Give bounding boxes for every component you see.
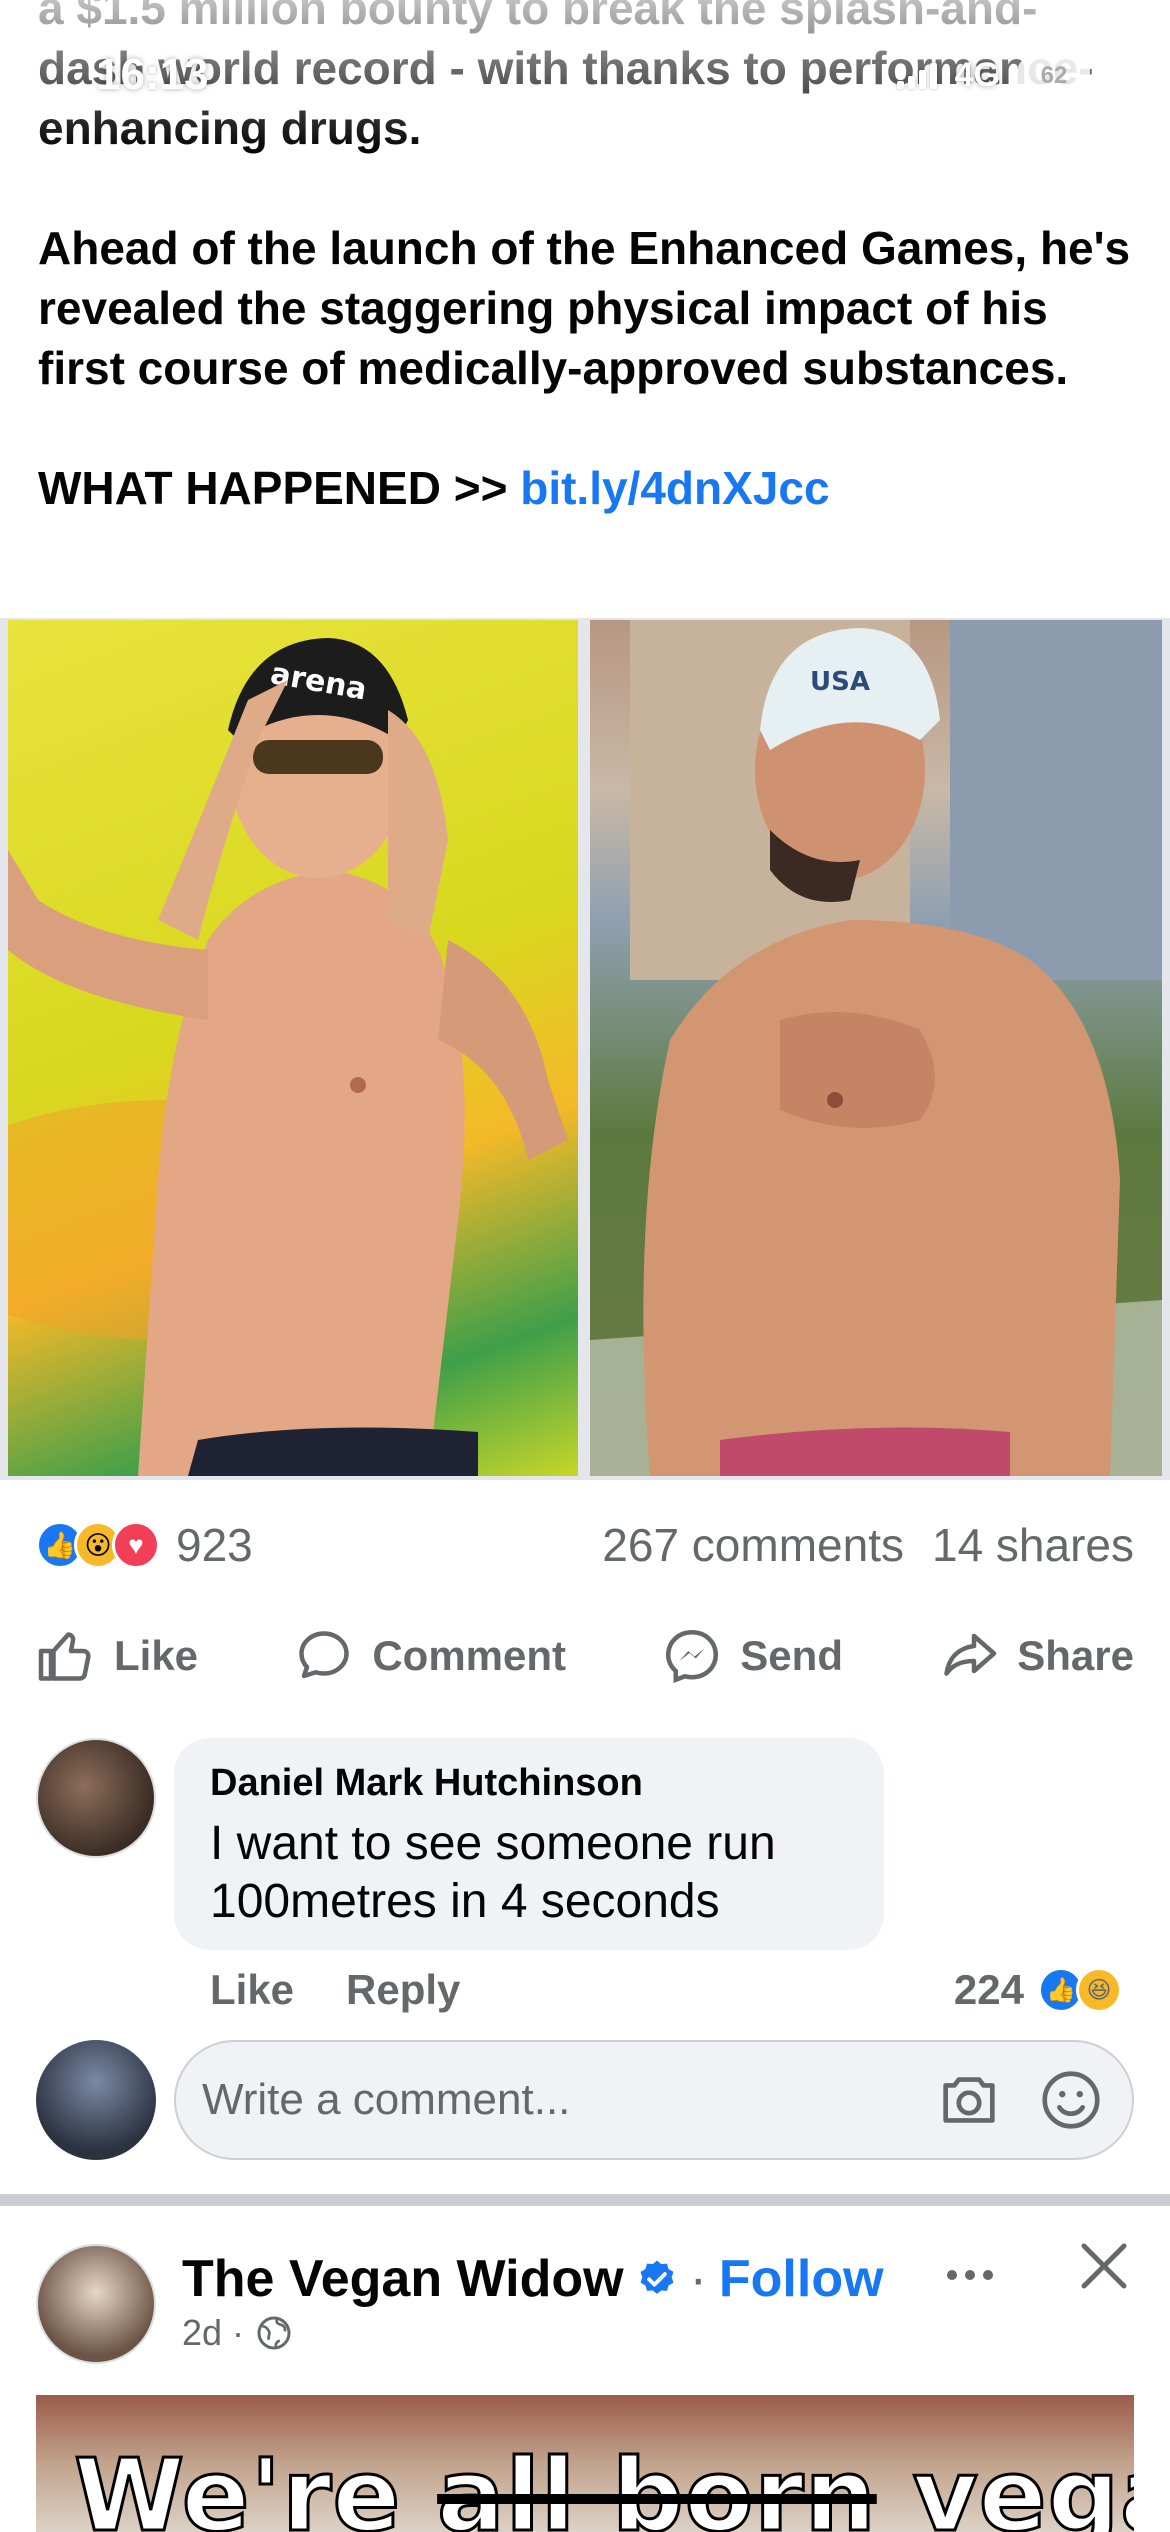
share-arrow-icon <box>944 1633 997 1676</box>
shares-count[interactable]: 14 shares <box>932 1518 1134 1572</box>
post-paragraph: Ahead of the launch of the Enhanced Game… <box>38 222 1131 394</box>
close-icon[interactable] <box>1078 2240 1130 2292</box>
verified-badge-icon <box>640 2260 674 2294</box>
reaction-summary[interactable]: 👍 😮 ♥ 923 <box>36 1518 253 1572</box>
swimmer-illustration-right: USA <box>590 620 1162 1476</box>
caption-end: vegan <box>911 2436 1134 2532</box>
write-comment-input[interactable]: Write a comment... <box>174 2040 1134 2160</box>
messenger-icon <box>666 1629 719 1684</box>
post-time[interactable]: 2d · <box>182 2312 244 2354</box>
comments-count[interactable]: 267 comments <box>602 1518 904 1572</box>
comment-reply-button[interactable]: Reply <box>346 1966 460 2014</box>
like-button[interactable]: Like <box>36 1626 198 1686</box>
feed-divider <box>0 2194 1170 2206</box>
photo-swimmer-after[interactable]: USA <box>590 620 1162 1476</box>
page-name[interactable]: The Vegan Widow <box>182 2249 624 2309</box>
comment-reaction-icons: 👍 😆 <box>1038 1967 1122 2013</box>
post-reactions-row: 👍 😮 ♥ 923 267 comments 14 shares <box>36 1515 1134 1575</box>
post-meta: 2d · <box>182 2312 294 2354</box>
post-text: a $1.5 million bounty to break the splas… <box>38 0 1138 518</box>
send-button[interactable]: Send <box>662 1626 843 1686</box>
send-label: Send <box>740 1632 843 1679</box>
post-stats: 267 comments 14 shares <box>602 1518 1134 1572</box>
next-post-header: The Vegan Widow · Follow <box>182 2244 942 2314</box>
post-link-row: WHAT HAPPENED >> bit.ly/4dnXJcc <box>38 458 1138 518</box>
comment-button[interactable]: Comment <box>294 1626 566 1686</box>
comment-author[interactable]: Daniel Mark Hutchinson <box>210 1762 848 1805</box>
image-caption: We're all born vegan <box>72 2436 1134 2532</box>
thumbs-up-icon <box>38 1632 91 1681</box>
caption-struck: all born <box>436 2436 878 2532</box>
link-prefix: WHAT HAPPENED >> <box>38 462 521 514</box>
commenter-avatar[interactable] <box>36 1738 156 1858</box>
current-user-avatar[interactable] <box>36 2040 156 2160</box>
comment-icon <box>299 1631 350 1679</box>
photo-swimmer-before[interactable]: arena <box>8 620 578 1476</box>
haha-reaction-icon: 😆 <box>1076 1967 1122 2013</box>
post-photo-grid[interactable]: arena USA <box>0 618 1170 1480</box>
comment-reaction-count: 224 <box>953 1966 1024 2013</box>
swimmer-illustration-left: arena <box>8 638 568 1476</box>
camera-icon[interactable] <box>934 2065 1004 2135</box>
like-label: Like <box>114 1632 199 1679</box>
post-link[interactable]: bit.ly/4dnXJcc <box>520 462 829 514</box>
reaction-count: 923 <box>176 1519 253 1571</box>
comment-like-button[interactable]: Like <box>210 1966 294 2014</box>
emoji-icon[interactable] <box>1036 2065 1106 2135</box>
comment-text: I want to see someone run 100metres in 4… <box>210 1817 776 1928</box>
page-avatar[interactable] <box>36 2244 156 2364</box>
header-separator: · <box>689 2250 707 2308</box>
cap-country: USA <box>810 667 870 697</box>
globe-icon <box>257 2316 291 2350</box>
love-reaction-icon: ♥ <box>112 1521 160 1569</box>
comment-meta: Like Reply 224 👍 😆 <box>210 1960 1122 2020</box>
next-post-image[interactable]: We're all born vegan <box>36 2395 1134 2532</box>
write-comment-placeholder: Write a comment... <box>202 2075 571 2124</box>
follow-button[interactable]: Follow <box>719 2249 884 2309</box>
share-button[interactable]: Share <box>939 1626 1134 1686</box>
post-paragraph: a $1.5 million bounty to break the splas… <box>38 0 1094 154</box>
caption-start: We're <box>72 2436 438 2532</box>
post-actions-row: Like Comment Send Share <box>36 1620 1134 1692</box>
comment-bubble[interactable]: Daniel Mark Hutchinson I want to see som… <box>174 1738 884 1950</box>
comment-label: Comment <box>372 1632 567 1679</box>
comment-reactions[interactable]: 224 👍 😆 <box>954 1966 1122 2014</box>
share-label: Share <box>1017 1632 1134 1679</box>
more-options-icon[interactable] <box>940 2250 1000 2300</box>
